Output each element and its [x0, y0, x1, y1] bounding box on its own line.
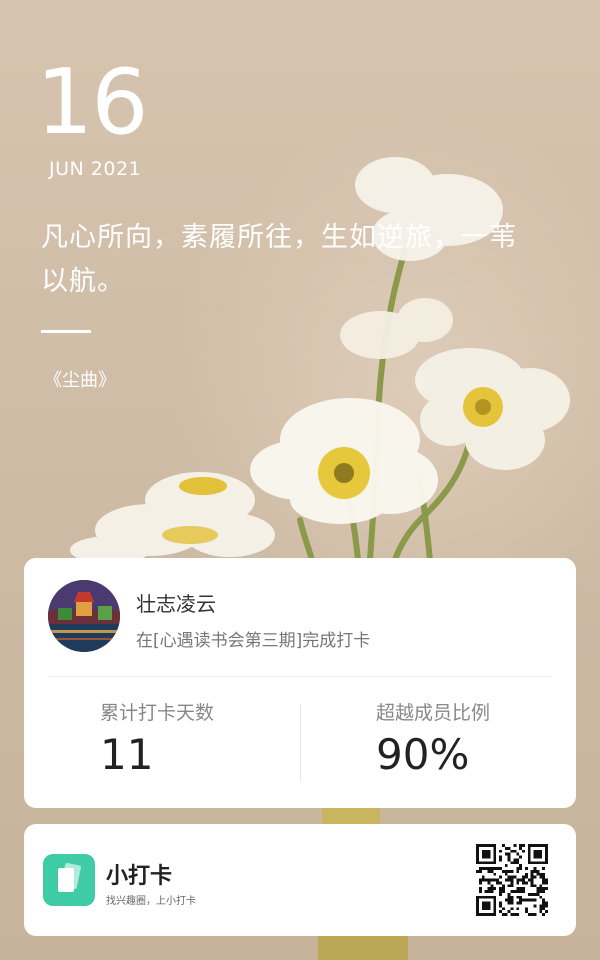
card-stack-icon: [58, 862, 81, 892]
quote-line: 以航。: [41, 266, 125, 297]
brand-logo-icon: [43, 854, 95, 906]
stat-label: 超越成员比例: [376, 702, 491, 724]
divider: [48, 676, 552, 677]
stat-total-days: 累计打卡天数 11: [100, 698, 300, 779]
checkin-card: 壮志凌云 在[心遇读书会第三期]完成打卡 累计打卡天数 11 超越成员比例 90…: [24, 558, 576, 808]
brand-name: 小打卡: [106, 864, 173, 889]
avatar[interactable]: [48, 580, 120, 652]
stat-exceed-ratio: 超越成员比例 90%: [376, 698, 576, 779]
date-day: 16: [36, 50, 149, 155]
user-name[interactable]: 壮志凌云: [136, 588, 216, 617]
avatar-image: [48, 580, 120, 652]
stat-separator: [300, 704, 301, 782]
stat-label: 累计打卡天数: [100, 702, 215, 724]
stat-value: 90%: [376, 730, 470, 779]
qr-code: [476, 844, 548, 916]
quote-text: 凡心所向，素履所往，生如逆旅，一苇 以航。: [41, 216, 561, 304]
stat-value: 11: [100, 730, 154, 779]
quote-source: 《尘曲》: [44, 370, 116, 391]
brand-slogan: 找兴趣圈，上小打卡: [106, 896, 196, 907]
checkin-status: 在[心遇读书会第三期]完成打卡: [136, 631, 371, 651]
date-month-year: JUN 2021: [49, 158, 142, 180]
qr-code-icon: [476, 844, 548, 916]
quote-divider: [41, 330, 91, 333]
brand-card: 小打卡 找兴趣圈，上小打卡: [24, 824, 576, 936]
quote-line: 凡心所向，素履所往，生如逆旅，一苇: [41, 222, 517, 253]
